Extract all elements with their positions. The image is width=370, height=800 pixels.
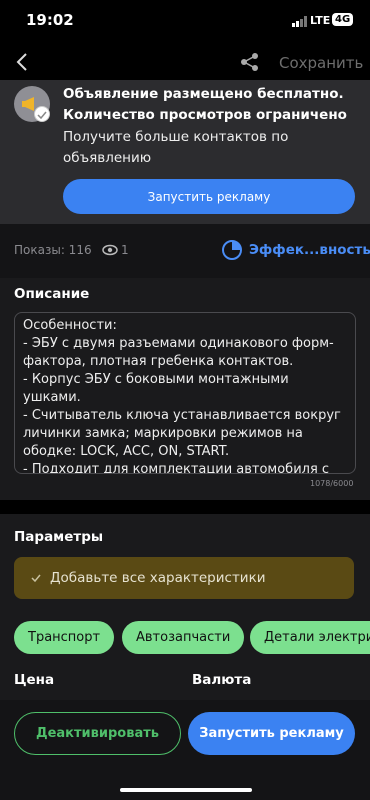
chip-autoparts[interactable]: Автозапчасти (122, 621, 245, 654)
pie-chart-icon[interactable] (220, 238, 244, 262)
chip-electric-parts[interactable]: Детали электри (250, 621, 370, 654)
description-text[interactable]: Особенности: - ЭБУ с двумя разъемами оди… (15, 313, 355, 473)
launch-ad-bottom-button[interactable]: Запустить рекламу (188, 712, 355, 755)
launch-ad-button[interactable]: Запустить рекламу (63, 179, 355, 214)
status-time: 19:02 (26, 11, 74, 29)
back-arrow-icon[interactable] (10, 50, 34, 74)
network-label: LTE (310, 14, 331, 27)
check-icon (31, 574, 41, 583)
efficiency-link[interactable]: Эффек...вность (249, 242, 370, 258)
promo-title: Объявление размещено бесплатно. Количест… (63, 86, 347, 123)
chip-transport[interactable]: Транспорт (14, 621, 115, 654)
description-textarea[interactable]: Особенности: - ЭБУ с двумя разъемами оди… (14, 312, 356, 474)
section-divider (0, 500, 370, 514)
favorites-count: 1 (121, 243, 129, 257)
currency-label: Валюта (192, 672, 252, 688)
promo-description: Получите больше контактов по объявлению (63, 129, 289, 166)
char-counter: 1078/6000 (310, 479, 354, 488)
check-badge-icon (34, 106, 50, 122)
save-button[interactable]: Сохранить (279, 54, 363, 72)
views-count: Показы: 116 (14, 243, 92, 257)
signal-icon (292, 16, 307, 27)
description-title: Описание (14, 286, 90, 302)
home-indicator[interactable] (120, 788, 252, 792)
deactivate-button[interactable]: Деактивировать (14, 712, 181, 755)
eye-icon (102, 244, 118, 256)
battery-badge: 4G (332, 13, 354, 26)
add-characteristics-text: Добавьте все характеристики (50, 570, 266, 586)
params-title: Параметры (14, 529, 104, 545)
share-icon[interactable] (240, 52, 260, 72)
price-label: Цена (14, 672, 55, 688)
